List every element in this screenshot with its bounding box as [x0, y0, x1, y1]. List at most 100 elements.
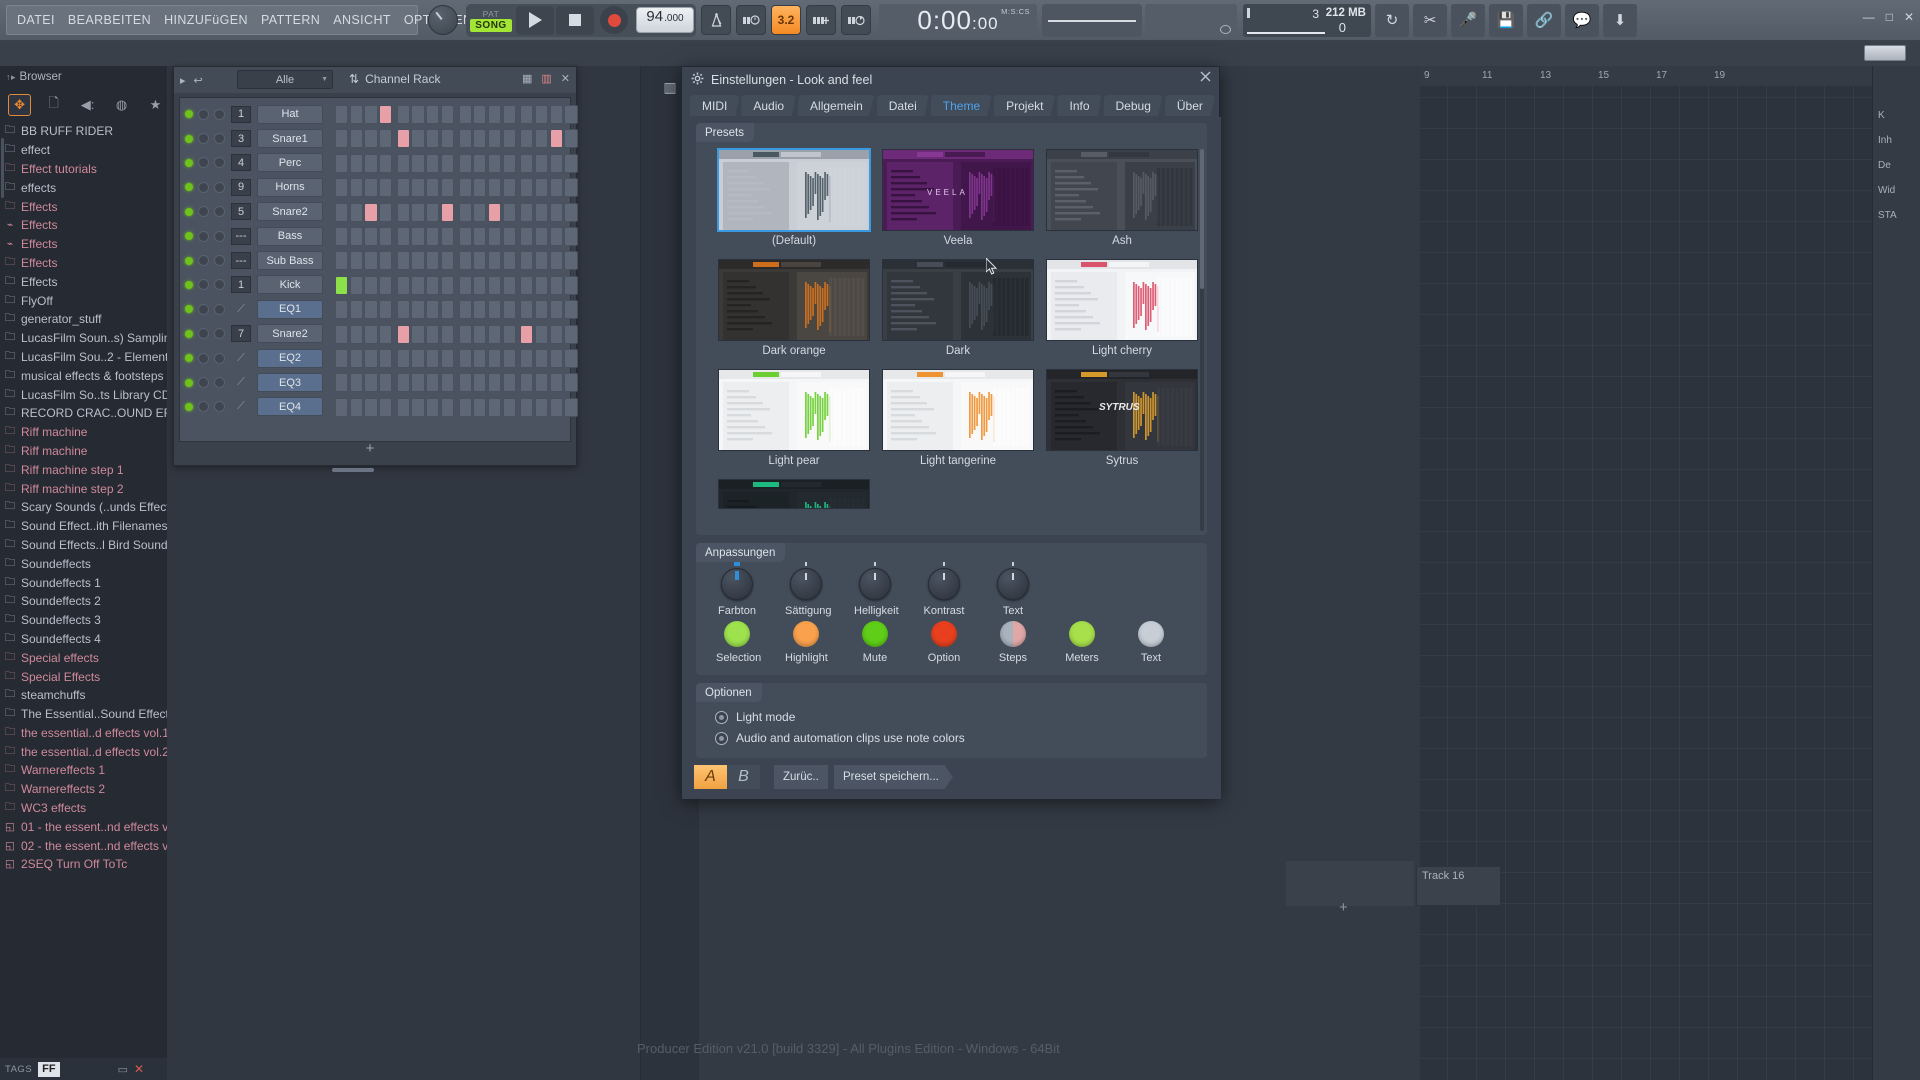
- browser-item[interactable]: 🗀 Effects: [4, 197, 167, 216]
- step-button[interactable]: [426, 349, 440, 368]
- browser-item[interactable]: 🗀 the essential..d effects vol.1: [4, 724, 167, 743]
- step-button[interactable]: [335, 105, 349, 124]
- channel-volume-knob[interactable]: [214, 255, 225, 267]
- step-button[interactable]: [396, 300, 410, 320]
- step-button[interactable]: [379, 153, 393, 173]
- step-button[interactable]: [364, 153, 378, 173]
- tab-midi[interactable]: MIDI: [690, 95, 740, 116]
- metronome-icon[interactable]: [701, 5, 731, 35]
- browser-item[interactable]: 🗀 Warnereffects 1: [4, 761, 167, 780]
- playlist-side-item[interactable]: STA: [1878, 210, 1920, 221]
- step-button[interactable]: [440, 105, 454, 124]
- step-button[interactable]: [534, 227, 549, 246]
- step-button[interactable]: [564, 373, 578, 393]
- step-button[interactable]: [396, 251, 410, 271]
- window-maximize-button[interactable]: □: [1886, 10, 1893, 24]
- step-button[interactable]: [520, 275, 534, 295]
- step-button[interactable]: [534, 349, 549, 368]
- step-button[interactable]: [411, 153, 425, 173]
- step-button[interactable]: [396, 178, 410, 198]
- step-button[interactable]: [549, 178, 563, 198]
- step-button[interactable]: [411, 324, 425, 344]
- tab-info[interactable]: Info: [1057, 95, 1102, 116]
- channel-led[interactable]: [185, 110, 193, 119]
- browser-item[interactable]: 🗀 LucasFilm Sou..2 - Elements: [4, 348, 167, 367]
- step-button[interactable]: [487, 202, 502, 222]
- rack-menu-icon[interactable]: ▸: [180, 74, 186, 87]
- step-button[interactable]: [335, 178, 349, 198]
- step-button[interactable]: [502, 178, 516, 198]
- step-button[interactable]: [349, 300, 363, 320]
- step-button[interactable]: [549, 153, 563, 173]
- channel-name-button[interactable]: Snare2: [257, 324, 323, 344]
- step-button[interactable]: [473, 251, 487, 271]
- color-dot[interactable]: [1000, 621, 1026, 647]
- step-button[interactable]: [396, 275, 410, 295]
- step-button[interactable]: [458, 397, 472, 417]
- channel-led[interactable]: [185, 305, 193, 314]
- browser-item[interactable]: 🗀 Soundeffects 4: [4, 630, 167, 649]
- star-icon[interactable]: ★: [144, 94, 167, 116]
- channel-mixer-number[interactable]: ---: [231, 227, 251, 245]
- step-button[interactable]: [335, 202, 349, 222]
- option-radio[interactable]: [715, 710, 728, 724]
- step-button[interactable]: [458, 178, 472, 198]
- stop-button[interactable]: [556, 5, 594, 35]
- step-button[interactable]: [440, 153, 454, 173]
- browser-item[interactable]: 🗀 effect: [4, 141, 167, 160]
- step-button[interactable]: [549, 227, 563, 246]
- browser-item[interactable]: 🗀 effects: [4, 178, 167, 197]
- color-dot[interactable]: [793, 621, 819, 647]
- tags-value[interactable]: FF: [38, 1061, 60, 1077]
- step-button[interactable]: [364, 129, 378, 149]
- channel-led[interactable]: [185, 402, 193, 411]
- loop-record-icon[interactable]: [841, 5, 871, 35]
- step-button[interactable]: [396, 129, 410, 149]
- step-button[interactable]: [440, 373, 454, 393]
- scissors-icon[interactable]: ✂: [1413, 3, 1447, 37]
- close-icon[interactable]: ✕: [561, 72, 570, 85]
- preset-item[interactable]: Dark: [882, 259, 1034, 357]
- track-lane-16[interactable]: Track 16: [1416, 866, 1501, 906]
- step-button[interactable]: [564, 202, 578, 222]
- channel-mixer-number[interactable]: 4: [231, 154, 251, 172]
- step-button[interactable]: [349, 129, 363, 149]
- channel-name-button[interactable]: Perc: [257, 153, 323, 173]
- channel-volume-knob[interactable]: [214, 133, 225, 145]
- color-swatch-option[interactable]: Option: [923, 621, 965, 664]
- channel-led[interactable]: [185, 158, 193, 167]
- step-button[interactable]: [379, 227, 393, 246]
- step-button[interactable]: [473, 178, 487, 198]
- step-button[interactable]: [426, 153, 440, 173]
- step-button[interactable]: [549, 275, 563, 295]
- tab-audio[interactable]: Audio: [741, 95, 797, 116]
- step-button[interactable]: [335, 227, 349, 246]
- channel-pan-knob[interactable]: [198, 181, 209, 193]
- refresh-icon[interactable]: ↻: [1375, 3, 1409, 37]
- channel-volume-knob[interactable]: [214, 328, 225, 340]
- browser-item[interactable]: 🗀 Sound Effects..l Bird Sounds: [4, 536, 167, 555]
- step-button[interactable]: [564, 397, 578, 417]
- step-button[interactable]: [396, 324, 410, 344]
- step-button[interactable]: [502, 300, 516, 320]
- step-button[interactable]: [534, 153, 549, 173]
- window-close-button[interactable]: ✕: [1904, 10, 1914, 24]
- step-button[interactable]: [396, 373, 410, 393]
- step-button[interactable]: [502, 324, 516, 344]
- preset-item[interactable]: Light cherry: [1046, 259, 1198, 357]
- browser-item[interactable]: ⌁ Effects: [4, 216, 167, 235]
- step-button[interactable]: [349, 373, 363, 393]
- step-button[interactable]: [487, 129, 502, 149]
- channel-volume-knob[interactable]: [214, 206, 225, 218]
- step-button[interactable]: [364, 251, 378, 271]
- step-button[interactable]: [364, 300, 378, 320]
- step-button[interactable]: [364, 373, 378, 393]
- knob-text[interactable]: Text: [992, 562, 1034, 617]
- playlist-ruler[interactable]: 9 11 13 15 17 19: [1418, 66, 1920, 86]
- grid-icon[interactable]: ▥: [541, 72, 551, 85]
- step-button[interactable]: [534, 202, 549, 222]
- knob-kontrast[interactable]: Kontrast: [923, 562, 965, 617]
- step-button[interactable]: [364, 324, 378, 344]
- step-button[interactable]: [349, 275, 363, 295]
- channel-volume-knob[interactable]: [214, 279, 225, 291]
